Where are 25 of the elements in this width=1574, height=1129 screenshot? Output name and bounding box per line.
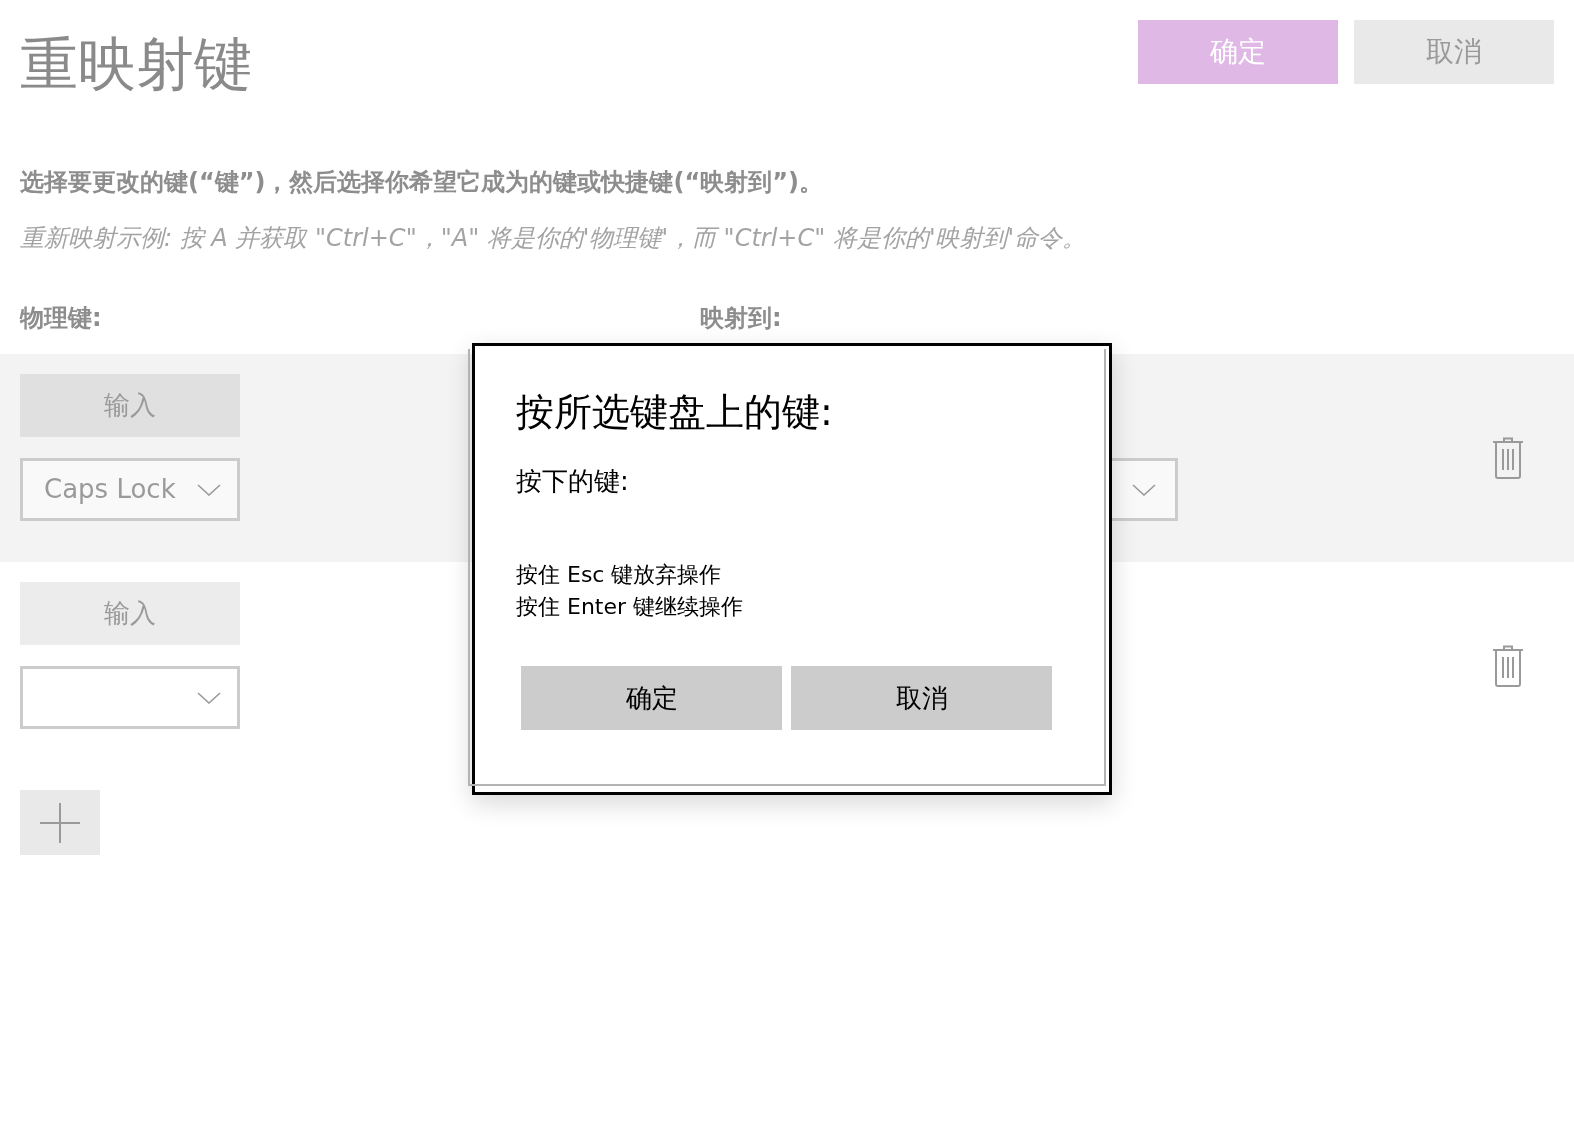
dialog-title: 按所选键盘上的键:: [516, 389, 834, 436]
trash-icon[interactable]: [1492, 436, 1524, 479]
column-label: 物理键:: [20, 303, 103, 334]
chevron-icon: [1131, 483, 1156, 496]
confirm-button[interactable]: 确定: [1138, 20, 1338, 84]
input-button[interactable]: 输入: [20, 582, 240, 645]
hint-text: 按住 Enter 键继续操作: [516, 593, 745, 621]
key-dropdown[interactable]: Caps Lock: [20, 458, 240, 521]
input-button[interactable]: 输入: [20, 374, 240, 437]
pressed-key-label: 按下的键:: [516, 465, 630, 498]
chevron-icon: [197, 691, 221, 704]
hint-text: 按住 Esc 键放弃操作: [516, 561, 723, 589]
chevron-icon: [197, 483, 221, 496]
cancel-button[interactable]: 取消: [1354, 20, 1554, 84]
page-title: 重映射键: [20, 29, 252, 100]
plus-icon: [40, 802, 80, 843]
dialog-cancel-button[interactable]: 取消: [791, 666, 1052, 730]
mapped-key-dropdown[interactable]: [1112, 458, 1178, 521]
example-text: 重新映射示例: 按 A 并获取 "Ctrl+C"，"A" 将是你的'物理键'，而 "Ctrl+C" 将是你的'映射到'命令。: [20, 223, 1088, 254]
add-button[interactable]: [20, 790, 100, 855]
trash-icon[interactable]: [1492, 644, 1524, 687]
key-dropdown[interactable]: [20, 666, 240, 729]
instruction-text: 选择要更改的键(“键”)，然后选择你希望它成为的键或快捷键(“映射到”)。: [20, 167, 824, 198]
column-label: 映射到:: [700, 303, 782, 334]
dialog-confirm-button[interactable]: 确定: [521, 666, 782, 730]
